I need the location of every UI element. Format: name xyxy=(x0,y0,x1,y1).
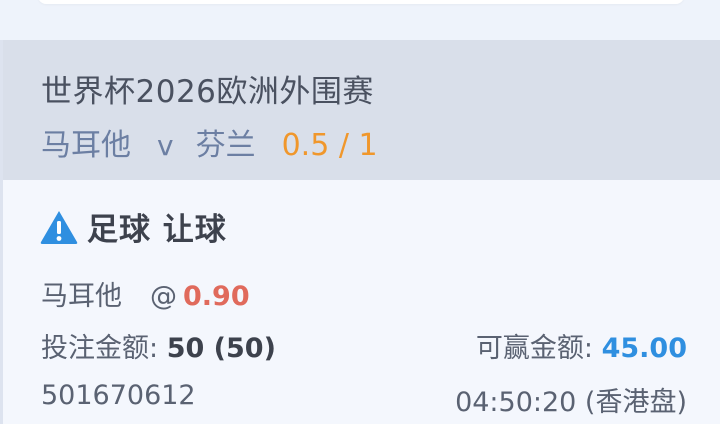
bet-header: 世界杯2026欧洲外围赛 马耳他 v 芬兰 0.5 / 1 xyxy=(3,40,720,180)
bet-time-market: 04:50:20 (香港盘) xyxy=(455,387,687,418)
selection-team: 马耳他 xyxy=(41,281,122,312)
stake-row: 投注金额: 50 (50) 可赢金额: 45.00 xyxy=(41,326,687,365)
ticket-row: 501670612 04:50:20 (香港盘) xyxy=(41,380,687,418)
win-label: 可赢金额: xyxy=(475,333,593,364)
win-value: 45.00 xyxy=(601,333,687,364)
home-team: 马耳他 xyxy=(41,128,131,163)
previous-card xyxy=(38,0,684,4)
page: 世界杯2026欧洲外围赛 马耳他 v 芬兰 0.5 / 1 足球 让球 马耳他 @0.9… xyxy=(0,0,720,424)
bet-type: 足球 让球 xyxy=(39,204,227,249)
stake-value: 50 (50) xyxy=(166,333,276,364)
odds-value: 0.90 xyxy=(183,281,250,312)
warning-icon xyxy=(39,209,79,245)
stake-label: 投注金额: xyxy=(41,333,159,364)
selection: 马耳他 @0.90 xyxy=(41,274,250,313)
bet-slip-card[interactable]: 世界杯2026欧洲外围赛 马耳他 v 芬兰 0.5 / 1 足球 让球 马耳他 @0.9… xyxy=(0,40,720,424)
ticket-id: 501670612 xyxy=(41,380,196,411)
bet-body: 足球 让球 马耳他 @0.90 投注金额: 50 (50) 可赢金额: 45.00… xyxy=(3,180,720,424)
league-name: 世界杯2026欧洲外围赛 xyxy=(41,74,374,110)
handicap-line: 0.5 / 1 xyxy=(281,128,378,163)
at-symbol: @ xyxy=(150,281,177,312)
away-team: 芬兰 xyxy=(195,128,256,163)
matchup: 马耳他 v 芬兰 0.5 / 1 xyxy=(41,120,378,164)
win-amount: 可赢金额: 45.00 xyxy=(476,326,687,365)
bet-type-label: 足球 让球 xyxy=(87,212,227,248)
vs-separator: v xyxy=(157,129,174,162)
